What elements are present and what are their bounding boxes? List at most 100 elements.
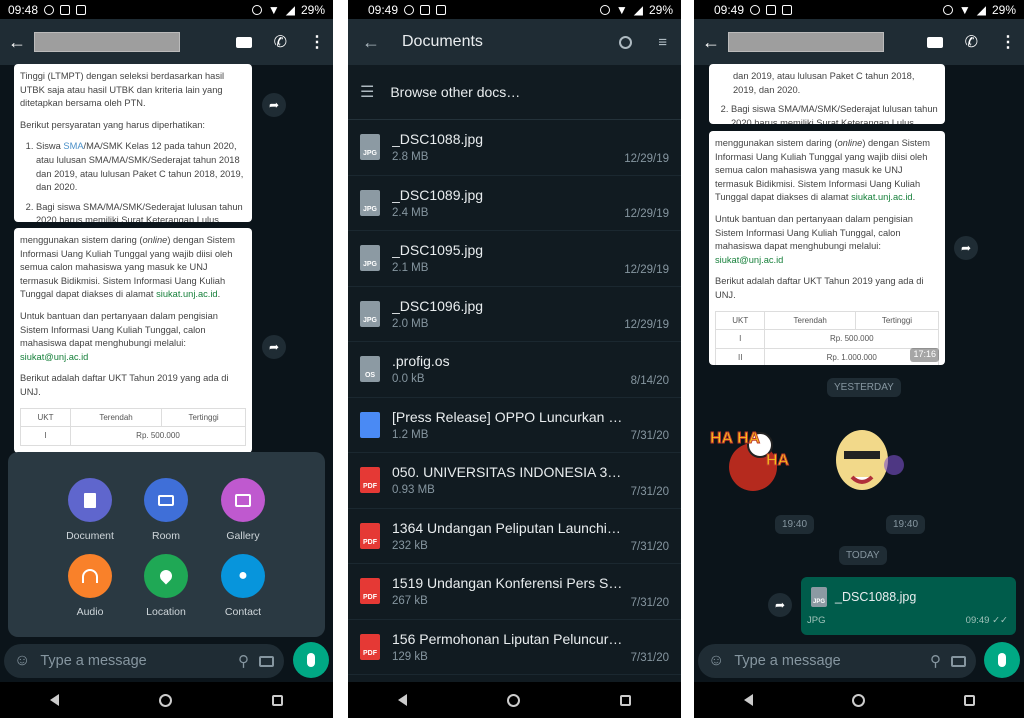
sticker-hahaha[interactable]: HA HA HA xyxy=(708,415,798,505)
message-input[interactable]: Type a message xyxy=(40,653,228,669)
file-date: 7/31/20 xyxy=(630,541,669,553)
message-input[interactable]: Type a message xyxy=(734,653,920,669)
file-name: 1364 Undangan Peliputan Launching PSrE..… xyxy=(392,519,623,536)
forward-icon: ➦ xyxy=(960,241,972,255)
file-row[interactable]: OS .profig.os 0.0 kB 8/14/20 xyxy=(348,342,681,398)
message-composer[interactable]: ☺ Type a message ⚲ xyxy=(698,644,976,678)
emoji-icon[interactable]: ☺ xyxy=(14,652,30,670)
date-divider-yesterday: YESTERDAY xyxy=(827,378,901,397)
attach-document[interactable]: Document xyxy=(55,478,125,542)
nav-back-icon[interactable] xyxy=(398,694,407,706)
list-item: Bagi siswa SMA/MA/SMK/Sederajat lulusan … xyxy=(731,103,939,124)
search-icon[interactable] xyxy=(619,35,633,49)
gallery-icon xyxy=(76,4,87,15)
file-date: 12/29/19 xyxy=(624,152,669,165)
file-type-icon: PDF xyxy=(360,633,380,660)
alarm-icon xyxy=(251,4,262,15)
file-name: _DSC1095.jpg xyxy=(392,242,484,259)
sticker-mue-heh[interactable] xyxy=(822,415,912,505)
list-icon: ☰ xyxy=(360,84,375,101)
sent-document-message[interactable]: JPG _DSC1088.jpg JPG 09:49 ✓✓ xyxy=(801,577,1016,635)
back-arrow-icon[interactable]: ← xyxy=(8,32,26,53)
file-row[interactable]: PDF 050. UNIVERSITAS INDONESIA 31 Oct -02… xyxy=(348,453,681,509)
attach-paperclip-icon[interactable]: ⚲ xyxy=(238,652,249,670)
attach-audio[interactable]: Audio xyxy=(55,554,125,618)
image-message-1[interactable]: dan 2019, atau lulusan Paket C tahun 201… xyxy=(709,64,945,124)
contact-name-redacted[interactable] xyxy=(34,32,180,52)
video-call-icon[interactable] xyxy=(235,36,252,48)
phone-call-icon[interactable]: ✆ xyxy=(274,32,287,52)
file-row[interactable]: PDF 1519 Undangan Konferensi Pers Selasa … xyxy=(348,564,681,620)
back-arrow-icon[interactable]: ← xyxy=(362,32,380,53)
ukt-table: UKT Terendah Tertinggi I Rp. 500.000 II Rp. … xyxy=(714,310,940,365)
phone-call-icon[interactable]: ✆ xyxy=(965,32,978,52)
sort-icon[interactable]: ≡ xyxy=(658,34,667,51)
nav-recents-icon[interactable] xyxy=(963,694,975,706)
video-call-icon[interactable] xyxy=(926,36,943,48)
attach-paperclip-icon[interactable]: ⚲ xyxy=(930,652,941,670)
file-date: 12/29/19 xyxy=(624,319,669,331)
location-pin-icon xyxy=(157,567,175,585)
nav-home-icon[interactable] xyxy=(159,693,172,707)
message-time: 17:16 xyxy=(910,348,939,362)
document-type: JPG xyxy=(807,615,826,626)
message-composer[interactable]: ☺ Type a message ⚲ xyxy=(4,644,284,678)
file-date: 7/31/20 xyxy=(630,430,669,442)
nav-back-icon[interactable] xyxy=(50,694,59,706)
image-message-1[interactable]: Tinggi (LTMPT) dengan seleksi berdasarka… xyxy=(14,64,252,222)
nav-home-icon[interactable] xyxy=(507,693,520,707)
forward-button[interactable]: ➦ xyxy=(768,593,792,617)
more-options-icon[interactable]: ⋮ xyxy=(1000,32,1016,52)
file-type-icon: JPG xyxy=(360,134,380,161)
back-arrow-icon[interactable]: ← xyxy=(702,32,720,53)
nav-back-icon[interactable] xyxy=(743,694,753,706)
facebook-icon xyxy=(404,4,415,15)
attachment-panel: Document Room Gallery Audio Location ● C… xyxy=(8,452,325,637)
file-type-icon: PDF xyxy=(360,522,380,549)
message-text: dan 2019, atau lulusan Paket C tahun 201… xyxy=(733,71,915,95)
file-date: 7/31/20 xyxy=(630,652,669,664)
nav-recents-icon[interactable] xyxy=(620,694,631,706)
emoji-icon[interactable]: ☺ xyxy=(708,652,724,670)
list-item: Bagi siswa SMA/MA/SMK/Sederajat lulusan … xyxy=(36,201,246,222)
file-row[interactable]: JPG _DSC1096.jpg 2.0 MB 12/29/19 xyxy=(348,287,681,342)
attach-contact[interactable]: ● Contact xyxy=(208,554,278,618)
file-name: _DSC1096.jpg xyxy=(392,297,484,314)
voice-record-button[interactable] xyxy=(293,642,329,678)
file-size: 2.1 MB xyxy=(392,262,429,275)
status-time: 09:49 xyxy=(714,2,745,17)
file-row[interactable]: JPG _DSC1088.jpg 2.8 MB 12/29/19 xyxy=(348,120,681,176)
voice-record-button[interactable] xyxy=(984,642,1020,678)
camera-icon[interactable] xyxy=(951,655,966,667)
attach-room[interactable]: Room xyxy=(131,478,201,542)
jpg-file-icon: JPG xyxy=(811,587,827,607)
file-info: 1364 Undangan Peliputan Launching PSrE..… xyxy=(392,520,623,552)
browse-other-docs[interactable]: ☰ Browse other docs… xyxy=(348,65,681,120)
message-time: 09:49 ✓✓ xyxy=(965,615,1008,626)
file-date: 12/29/19 xyxy=(624,208,669,220)
forward-button[interactable]: ➦ xyxy=(262,93,286,117)
status-bar: 09:49 ▼ ◢ 29% xyxy=(694,0,1024,19)
file-row[interactable]: JPG _DSC1095.jpg 2.1 MB 12/29/19 xyxy=(348,231,681,287)
file-info: .profig.os 0.0 kB xyxy=(392,353,623,385)
signal-icon: ◢ xyxy=(976,2,986,17)
nav-recents-icon[interactable] xyxy=(272,694,283,706)
file-row[interactable]: PDF 156 Permohonan Liputan Peluncuran Mag… xyxy=(348,620,681,675)
file-size: 232 kB xyxy=(392,539,428,552)
more-options-icon[interactable]: ⋮ xyxy=(309,32,325,52)
nav-home-icon[interactable] xyxy=(851,693,865,707)
forward-button[interactable]: ➦ xyxy=(262,335,286,359)
file-row[interactable]: PDF 1364 Undangan Peliputan Launching PSr… xyxy=(348,509,681,564)
file-info: [Press Release] OPPO Luncurkan Smartph..… xyxy=(392,409,623,441)
camera-icon[interactable] xyxy=(259,655,274,667)
message-text: Berikut adalah daftar UKT Tahun 2019 yan… xyxy=(715,276,924,300)
image-message-2[interactable]: menggunakan sistem daring (online) denga… xyxy=(709,131,945,365)
image-message-2[interactable]: menggunakan sistem daring (online) denga… xyxy=(14,228,252,453)
forward-button[interactable]: ➦ xyxy=(954,236,978,260)
attach-location[interactable]: Location xyxy=(131,554,201,618)
file-row[interactable]: JPG _DSC1089.jpg 2.4 MB 12/29/19 xyxy=(348,176,681,231)
attach-gallery[interactable]: Gallery xyxy=(208,478,278,542)
file-row[interactable]: [Press Release] OPPO Luncurkan Smartph..… xyxy=(348,398,681,453)
contact-name-redacted[interactable] xyxy=(728,32,884,52)
file-name: 156 Permohonan Liputan Peluncuran Mag... xyxy=(392,630,623,647)
